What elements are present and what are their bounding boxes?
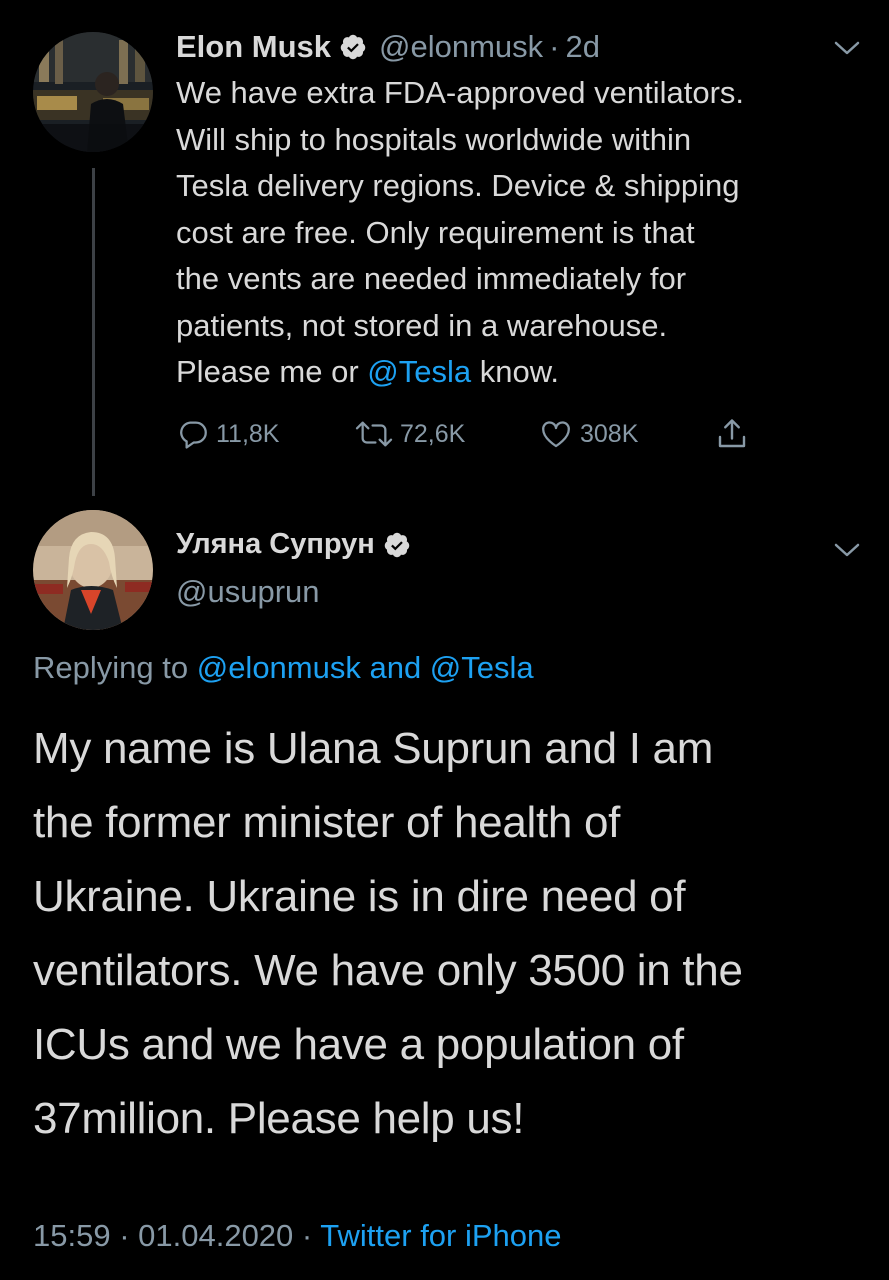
tweet-text-line: ICUs and we have a population of xyxy=(33,1020,684,1069)
like-button[interactable]: 308K xyxy=(538,414,638,454)
retweet-count: 72,6K xyxy=(400,419,466,448)
verified-badge-icon xyxy=(383,531,411,559)
reply-icon xyxy=(180,421,207,449)
tweet-text-line: ventilators. We have only 3500 in the xyxy=(33,946,743,995)
avatar-image xyxy=(33,32,153,152)
handle[interactable]: @elonmusk xyxy=(379,29,543,65)
tweet-text-line: patients, not stored in a warehouse. xyxy=(176,307,668,343)
mention-link-tesla[interactable]: @Tesla xyxy=(367,354,471,389)
chevron-down-icon[interactable] xyxy=(832,38,862,58)
tweet-actions-bar: 11,8K 72,6K 308K xyxy=(176,414,776,454)
separator-dot: · xyxy=(549,29,560,64)
verified-badge-icon xyxy=(339,33,367,61)
replying-prefix: Replying to xyxy=(33,650,197,685)
display-name[interactable]: Elon Musk xyxy=(176,29,331,65)
avatar-elon-musk[interactable] xyxy=(33,32,153,152)
tweet-header: Elon Musk @elonmusk · 2d xyxy=(176,24,600,70)
share-icon xyxy=(718,419,746,448)
reply-button[interactable]: 11,8K xyxy=(176,414,279,454)
tweet-text-line: cost are free. Only requirement is that xyxy=(176,214,695,250)
tweet-date: 01.04.2020 xyxy=(138,1218,294,1253)
retweet-icon xyxy=(355,421,393,447)
handle[interactable]: @usuprun xyxy=(176,574,320,610)
tweet-source-link[interactable]: Twitter for iPhone xyxy=(320,1218,561,1253)
tweet-text-line: Ukraine. Ukraine is in dire need of xyxy=(33,872,686,921)
timestamp[interactable]: 2d xyxy=(566,29,600,65)
thread-connector-line xyxy=(92,168,95,496)
tweet-time: 15:59 xyxy=(33,1218,111,1253)
like-count: 308K xyxy=(580,419,639,448)
text-fragment: Please me or xyxy=(176,354,368,389)
share-button[interactable] xyxy=(714,414,756,454)
reply-count: 11,8K xyxy=(216,419,280,448)
text-fragment: know. xyxy=(471,354,559,389)
replying-mentions-link[interactable]: @elonmusk and @Tesla xyxy=(197,650,534,685)
tweet-header: Уляна Супрун xyxy=(176,528,411,561)
chevron-down-icon[interactable] xyxy=(832,540,862,560)
separator-dot: · xyxy=(110,1218,139,1253)
tweet-text-line: We have extra FDA-approved ventilators. xyxy=(176,75,745,110)
tweet-text-line: the vents are needed immediately for xyxy=(176,261,687,296)
tweet-text-line: Tesla delivery regions. Device & shippin… xyxy=(176,168,740,203)
separator-dot: · xyxy=(293,1218,321,1253)
replying-to: Replying to @elonmusk and @Tesla xyxy=(33,650,534,686)
tweet-text-line: My name is Ulana Suprun and I am xyxy=(33,724,714,773)
tweet-text-line: Will ship to hospitals worldwide within xyxy=(176,121,692,157)
retweet-button[interactable]: 72,6K xyxy=(354,414,465,454)
tweet-text: We have extra FDA-approved ventilators. … xyxy=(176,70,866,396)
avatar-usuprun[interactable] xyxy=(33,510,153,630)
heart-icon xyxy=(542,421,570,448)
tweet-meta: 15:59 · 01.04.2020 · Twitter for iPhone xyxy=(33,1218,562,1254)
tweet-text-line: 37million. Please help us! xyxy=(33,1094,525,1143)
display-name[interactable]: Уляна Супрун xyxy=(176,528,375,561)
tweet-text: My name is Ulana Suprun and I am the for… xyxy=(33,712,873,1156)
tweet-text-line: the former minister of health of xyxy=(33,798,621,847)
tweet-text-line: Please me or @Tesla know. xyxy=(176,349,866,396)
avatar-image xyxy=(33,510,153,630)
